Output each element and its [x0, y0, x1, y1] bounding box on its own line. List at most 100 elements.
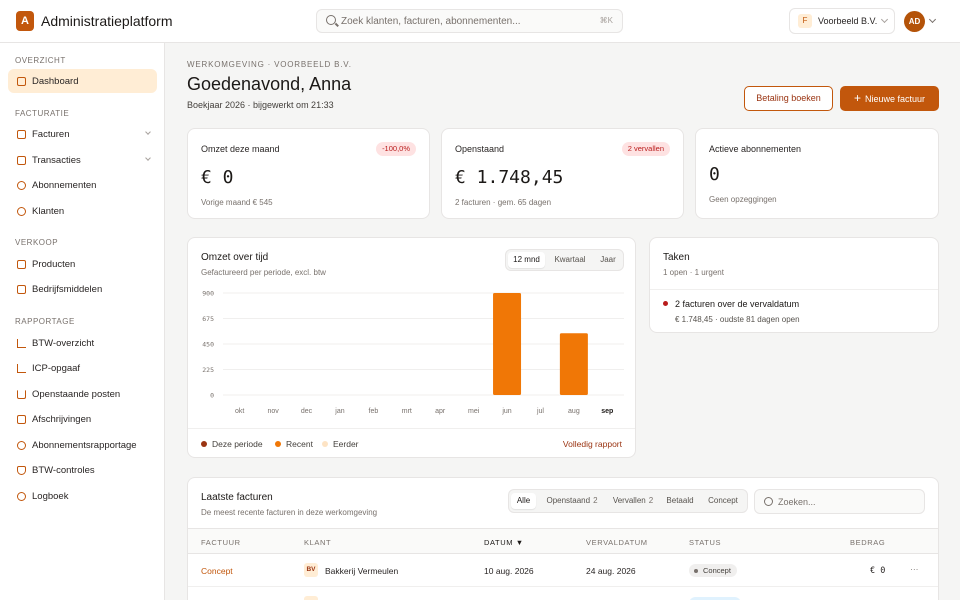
customer-badge — [304, 596, 318, 600]
shield-icon — [17, 466, 26, 475]
chevron-down-icon[interactable] — [928, 15, 937, 24]
sidebar-item-btw-controles[interactable]: BTW-controles — [8, 458, 157, 482]
sidebar-item-label: Abonnementen — [32, 180, 97, 191]
table-row[interactable]: Concept BV Bakkerij Vermeulen 10 aug. 20… — [188, 555, 938, 587]
kpi-value: 0 — [709, 164, 720, 185]
users-icon — [17, 207, 26, 216]
sidebar-item-openstaande-posten[interactable]: Openstaande posten — [8, 382, 157, 406]
invoice-number-link[interactable]: Concept — [201, 566, 233, 576]
x-tick-label: jul — [536, 408, 544, 415]
kpi-title: Openstaand — [455, 144, 505, 154]
legend-label: Recent — [286, 439, 313, 449]
filter-paid[interactable]: Betaald — [661, 493, 699, 509]
x-tick-label: mei — [468, 408, 480, 415]
building-icon — [17, 285, 26, 294]
filter-concept[interactable]: Concept — [701, 493, 745, 509]
page-subtitle: Boekjaar 2026 · bijgewerkt om 21:33 — [187, 100, 334, 110]
full-report-link[interactable]: Volledig rapport — [563, 439, 622, 449]
section-label-overzicht: OVERZICHT — [15, 56, 66, 65]
divider — [188, 428, 635, 429]
filter-overdue[interactable]: Vervallen 2 — [607, 493, 659, 509]
sidebar-item-dashboard[interactable]: Dashboard — [8, 69, 157, 93]
sidebar-item-transacties[interactable]: Transacties — [8, 148, 157, 172]
legend-dot — [201, 441, 207, 447]
sidebar-item-label: Afschrijvingen — [32, 414, 92, 425]
sidebar-item-facturen[interactable]: Facturen — [8, 122, 157, 146]
invoice-icon — [17, 130, 26, 139]
sidebar-item-btw-overzicht[interactable]: BTW-overzicht — [8, 331, 157, 355]
chevron-down-icon — [145, 155, 151, 161]
x-tick-label: jan — [334, 408, 344, 415]
column-header-status[interactable]: STATUS — [689, 538, 721, 547]
sidebar-item-icp-opgaaf[interactable]: ICP-opgaaf — [8, 356, 157, 380]
row-menu-icon[interactable]: ··· — [910, 564, 919, 574]
new-invoice-button[interactable]: + Nieuwe factuur — [840, 86, 939, 111]
sidebar-item-label: Facturen — [32, 129, 70, 140]
legend-item-recent: Recent — [275, 439, 313, 449]
sidebar-item-label: Transacties — [32, 155, 81, 166]
plus-icon: + — [853, 91, 861, 105]
kpi-title: Actieve abonnementen — [709, 144, 802, 154]
sidebar-item-logboek[interactable]: Logboek — [8, 484, 157, 508]
warning-icon — [17, 390, 26, 399]
status-badge: 2 vervallen — [621, 142, 670, 156]
invoice-date: 10 aug. 2026 — [484, 566, 534, 576]
filter-outstanding[interactable]: Openstaand 2 — [540, 493, 604, 509]
app-logo[interactable]: A — [16, 11, 34, 31]
chart-bar — [493, 293, 522, 395]
customer-badge: BV — [304, 563, 318, 577]
column-header-customer[interactable]: KLANT — [304, 538, 331, 547]
column-header-date[interactable]: DATUM ▼ — [484, 538, 524, 547]
filter-label: Openstaand — [546, 496, 591, 505]
tasks-card: Taken 1 open · 1 urgent 2 facturen over … — [649, 237, 939, 333]
sidebar-item-abonnementsrapportage[interactable]: Abonnementsrapportage — [8, 433, 157, 457]
kpi-subtext: Vorige maand € 545 — [201, 198, 273, 207]
kpi-card-outstanding[interactable]: Openstaand 2 vervallen € 1.748,45 2 fact… — [441, 128, 684, 219]
global-search-input[interactable]: Zoek klanten, facturen, abonnementen... … — [316, 9, 623, 33]
invoices-card: Laatste facturen De meest recente factur… — [187, 477, 939, 600]
table-header: FACTUUR KLANT DATUM ▼ VERVALDATUM STATUS… — [188, 528, 938, 554]
kpi-value: € 1.748,45 — [455, 167, 564, 188]
status-badge: Concept — [689, 564, 737, 577]
sidebar-item-producten[interactable]: Producten — [8, 252, 157, 276]
y-tick-label: 675 — [202, 315, 214, 323]
org-name: Voorbeeld B.V. — [818, 16, 878, 26]
sidebar-item-label: BTW-controles — [32, 465, 95, 476]
invoice-amount: € 0 — [870, 566, 886, 576]
invoice-search-input[interactable]: Zoeken... — [754, 489, 925, 514]
kpi-title: Omzet deze maand — [201, 144, 280, 154]
column-header-due-date[interactable]: VERVALDATUM — [586, 538, 648, 547]
revenue-chart: 0 225 450 675 900 okt nov dec jan feb mrt apr mei jun… — [202, 290, 624, 415]
kpi-card-subscriptions[interactable]: Actieve abonnementen 0 Geen opzeggingen — [695, 128, 939, 219]
divider — [650, 289, 938, 290]
sidebar-item-klanten[interactable]: Klanten — [8, 199, 157, 223]
sidebar-item-abonnementen[interactable]: Abonnementen — [8, 173, 157, 197]
sidebar-item-label: Dashboard — [32, 76, 79, 87]
column-header-amount[interactable]: BEDRAG — [850, 538, 885, 547]
section-label-rapportage: RAPPORTAGE — [15, 317, 75, 326]
sidebar-item-label: Openstaande posten — [32, 389, 121, 400]
chevron-down-icon — [880, 15, 889, 24]
kpi-card-revenue[interactable]: Omzet deze maand -100,0% € 0 Vorige maan… — [187, 128, 430, 219]
sidebar-item-afschrijvingen[interactable]: Afschrijvingen — [8, 407, 157, 431]
task-title[interactable]: 2 facturen over de vervaldatum — [675, 299, 799, 309]
avatar[interactable]: AD — [904, 11, 925, 32]
search-placeholder: Zoeken... — [778, 497, 816, 507]
table-row[interactable] — [188, 588, 938, 600]
sidebar-item-label: Klanten — [32, 206, 65, 217]
sidebar-item-bedrijfsmiddelen[interactable]: Bedrijfsmiddelen — [8, 277, 157, 301]
app-title[interactable]: Administratieplatform — [41, 13, 173, 29]
customer-name[interactable]: Bakkerij Vermeulen — [325, 566, 398, 576]
new-invoice-label: Nieuwe factuur — [864, 94, 926, 104]
sidebar-item-label: Bedrijfsmiddelen — [32, 284, 103, 295]
record-payment-button[interactable]: Betaling boeken — [744, 86, 833, 111]
column-header-invoice[interactable]: FACTUUR — [201, 538, 241, 547]
status-badge: -100,0% — [376, 142, 416, 156]
x-tick-label: mrt — [402, 408, 412, 415]
org-switcher[interactable]: F Voorbeeld B.V. — [789, 8, 895, 34]
revenue-chart-card: Omzet over tijd Gefactureerd per periode… — [187, 237, 636, 458]
x-tick-label: dec — [301, 408, 313, 415]
chevron-down-icon — [145, 129, 151, 135]
x-tick-label: sep — [601, 408, 613, 415]
filter-all[interactable]: Alle — [511, 493, 536, 509]
